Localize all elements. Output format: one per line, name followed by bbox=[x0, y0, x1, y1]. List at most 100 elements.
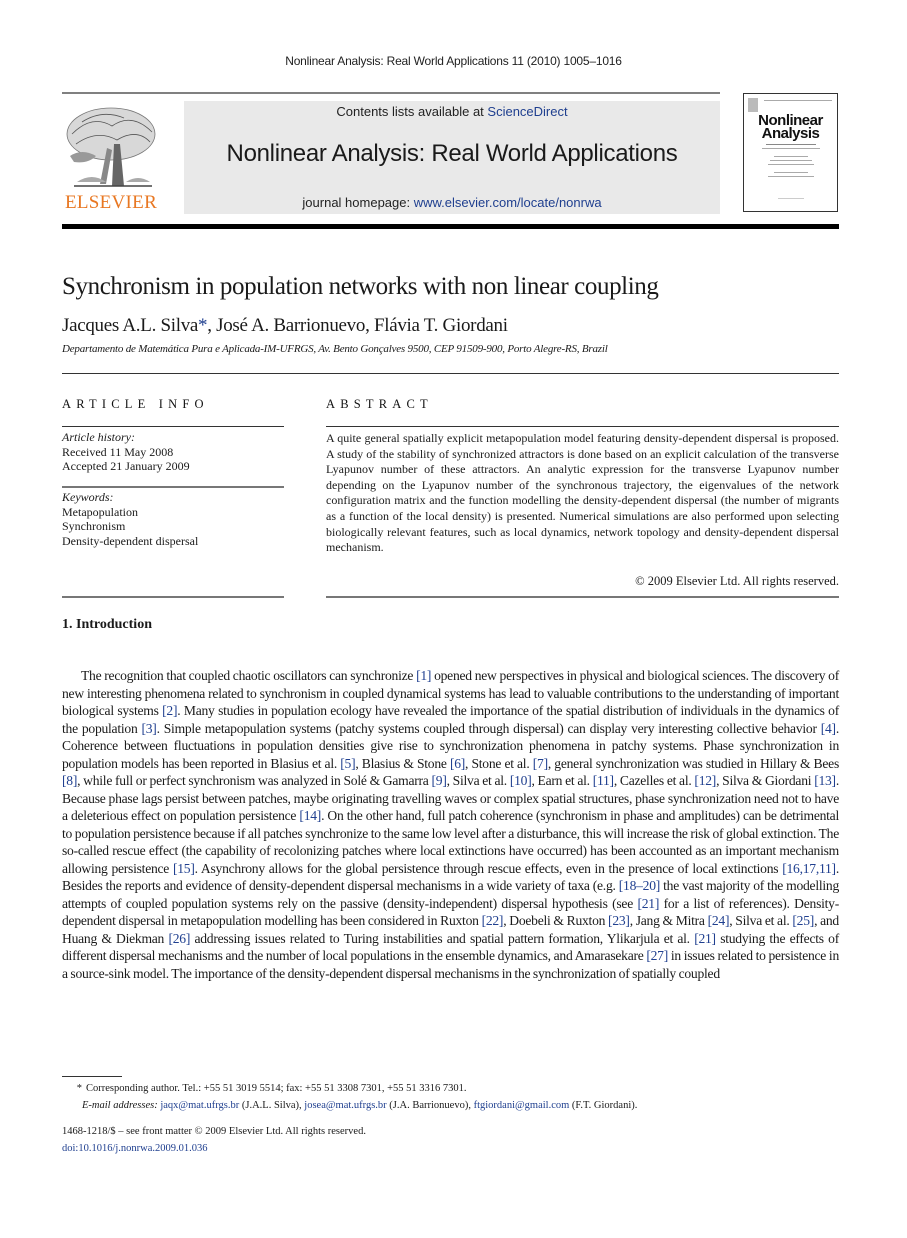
citation-link[interactable]: [27] bbox=[646, 948, 668, 963]
article-info-rule bbox=[62, 426, 284, 427]
journal-cover-thumbnail[interactable]: Nonlinear Analysis bbox=[743, 93, 838, 212]
citation-link[interactable]: [5] bbox=[340, 756, 355, 771]
citation-link[interactable]: [15] bbox=[173, 861, 195, 876]
email-link[interactable]: ftgiordani@gmail.com bbox=[474, 1100, 570, 1111]
masthead-bar bbox=[62, 224, 839, 229]
citation-link[interactable]: [2] bbox=[162, 703, 177, 718]
citation-link[interactable]: [22] bbox=[482, 913, 504, 928]
elsevier-tree-icon bbox=[66, 107, 156, 187]
article-history: Article history: Received 11 May 2008 Ac… bbox=[62, 430, 190, 474]
citation-link[interactable]: [23] bbox=[608, 913, 630, 928]
abstract-copyright: © 2009 Elsevier Ltd. All rights reserved… bbox=[635, 574, 839, 588]
received-date: Received 11 May 2008 bbox=[62, 444, 174, 459]
title-rule bbox=[62, 373, 839, 374]
running-head: Nonlinear Analysis: Real World Applicati… bbox=[285, 54, 622, 68]
contents-prefix: Contents lists available at bbox=[336, 104, 488, 119]
journal-title: Nonlinear Analysis: Real World Applicati… bbox=[226, 140, 678, 167]
issn-line: 1468-1218/$ – see front matter © 2009 El… bbox=[62, 1126, 366, 1137]
corresponding-footnote: * Corresponding author. Tel.: +55 51 3019… bbox=[62, 1081, 839, 1098]
cover-logo-icon bbox=[748, 98, 758, 112]
email-footnote: E-mail addresses: jaqx@mat.ufrgs.br (J.A… bbox=[62, 1098, 839, 1115]
body-text-run: , Silva & Giordani bbox=[716, 773, 815, 788]
citation-link[interactable]: [25] bbox=[792, 913, 814, 928]
corresponding-author-mark[interactable]: * bbox=[198, 315, 208, 336]
email-owner: (J.A. Barrionuevo), bbox=[386, 1099, 474, 1111]
keyword: Synchronism bbox=[62, 519, 126, 533]
body-text-run: , general synchronization was studied in… bbox=[547, 755, 839, 771]
cover-editor-line bbox=[774, 172, 808, 173]
body-text-run: , Earn et al. bbox=[531, 773, 593, 788]
citation-link[interactable]: [18–20] bbox=[619, 878, 661, 893]
keywords-rule bbox=[62, 596, 284, 598]
citation-link[interactable]: [3] bbox=[141, 721, 156, 736]
section-heading-introduction: 1. Introduction bbox=[62, 617, 152, 632]
body-text-run: , Doebeli & Ruxton bbox=[503, 913, 609, 928]
citation-link[interactable]: [10] bbox=[510, 773, 532, 788]
email-owner: (F.T. Giordani). bbox=[569, 1099, 638, 1111]
corresponding-text: Corresponding author. Tel.: +55 51 3019 … bbox=[86, 1083, 467, 1094]
cover-subtitle-line bbox=[766, 144, 816, 145]
citation-link[interactable]: [14] bbox=[299, 808, 321, 823]
email-link[interactable]: josea@mat.ufrgs.br bbox=[304, 1100, 386, 1111]
email-owner: (J.A.L. Silva), bbox=[239, 1099, 305, 1111]
history-label: Article history: bbox=[62, 430, 135, 444]
accepted-date: Accepted 21 January 2009 bbox=[62, 459, 190, 473]
body-text-run: addressing issues related to Turing inst… bbox=[190, 930, 695, 946]
body-text-run: , Silva et al. bbox=[446, 773, 510, 788]
body-text-run: . Asynchrony allows for the global persi… bbox=[194, 860, 783, 876]
article-info-heading: ARTICLE INFO bbox=[62, 397, 209, 411]
citation-link[interactable]: [4] bbox=[821, 721, 836, 736]
cover-editor-line bbox=[768, 164, 814, 165]
elsevier-logo[interactable]: ELSEVIER bbox=[62, 104, 160, 214]
cover-editor-line bbox=[774, 156, 808, 157]
citation-link[interactable]: [16,17,11] bbox=[782, 861, 836, 876]
cover-subtitle-line bbox=[762, 148, 820, 149]
author-name: Jacques A.L. Silva bbox=[62, 315, 199, 336]
footnote-rule bbox=[62, 1076, 122, 1077]
body-text-run: , Stone et al. bbox=[465, 755, 533, 771]
header-rule bbox=[62, 92, 720, 94]
citation-link[interactable]: [12] bbox=[694, 773, 716, 788]
body-text-run: , Silva et al. bbox=[729, 913, 793, 928]
citation-link[interactable]: [8] bbox=[62, 773, 77, 788]
cover-footer-line bbox=[778, 198, 804, 199]
elsevier-wordmark: ELSEVIER bbox=[64, 192, 158, 213]
footnote-mark: * bbox=[76, 1083, 82, 1094]
citation-link[interactable]: [11] bbox=[593, 773, 614, 788]
homepage-link[interactable]: www.elsevier.com/locate/nonrwa bbox=[414, 195, 602, 210]
abstract-heading: ABSTRACT bbox=[326, 397, 433, 411]
introduction-paragraph: The recognition that coupled chaotic osc… bbox=[62, 667, 839, 982]
article-title: Synchronism in population networks with … bbox=[62, 273, 659, 300]
doi-link[interactable]: doi:10.1016/j.nonrwa.2009.01.036 bbox=[62, 1141, 366, 1158]
citation-link[interactable]: [6] bbox=[450, 756, 465, 771]
citation-link[interactable]: [21] bbox=[637, 896, 659, 911]
abstract-text: A quite general spatially explicit metap… bbox=[326, 431, 839, 555]
keywords-block: Keywords: Metapopulation Synchronism Den… bbox=[62, 490, 198, 548]
citation-link[interactable]: [7] bbox=[533, 756, 548, 771]
footnote: * Corresponding author. Tel.: +55 51 3019… bbox=[62, 1081, 839, 1114]
homepage-line: journal homepage: www.elsevier.com/locat… bbox=[184, 195, 720, 210]
author-list: Jacques A.L. Silva*, José A. Barrionuevo… bbox=[62, 315, 508, 337]
email-label: E-mail addresses: bbox=[82, 1099, 158, 1111]
cover-editor-line bbox=[768, 176, 814, 177]
sciencedirect-link[interactable]: ScienceDirect bbox=[487, 104, 567, 119]
keyword: Density-dependent dispersal bbox=[62, 533, 199, 548]
citation-link[interactable]: [24] bbox=[708, 913, 730, 928]
body-text-run: The recognition that coupled chaotic osc… bbox=[81, 668, 417, 683]
front-matter: 1468-1218/$ – see front matter © 2009 El… bbox=[62, 1124, 366, 1157]
citation-link[interactable]: [21] bbox=[694, 931, 716, 946]
citation-link[interactable]: [13] bbox=[814, 773, 836, 788]
author-name: Flávia T. Giordani bbox=[373, 315, 508, 336]
author-separator: , bbox=[365, 315, 374, 336]
author-separator: , bbox=[207, 315, 217, 336]
body-text-run: , while full or perfect synchronism was … bbox=[77, 773, 432, 788]
body-text-run: , Cazelles et al. bbox=[613, 773, 695, 788]
email-link[interactable]: jaqx@mat.ufrgs.br bbox=[160, 1100, 239, 1111]
abstract-bottom-rule bbox=[326, 596, 839, 598]
body-text-run: , Blasius & Stone bbox=[355, 755, 450, 771]
citation-link[interactable]: [1] bbox=[416, 668, 431, 683]
citation-link[interactable]: [26] bbox=[168, 931, 190, 946]
homepage-prefix: journal homepage: bbox=[302, 195, 414, 210]
cover-title: Nonlinear Analysis bbox=[744, 113, 837, 141]
citation-link[interactable]: [9] bbox=[432, 773, 447, 788]
